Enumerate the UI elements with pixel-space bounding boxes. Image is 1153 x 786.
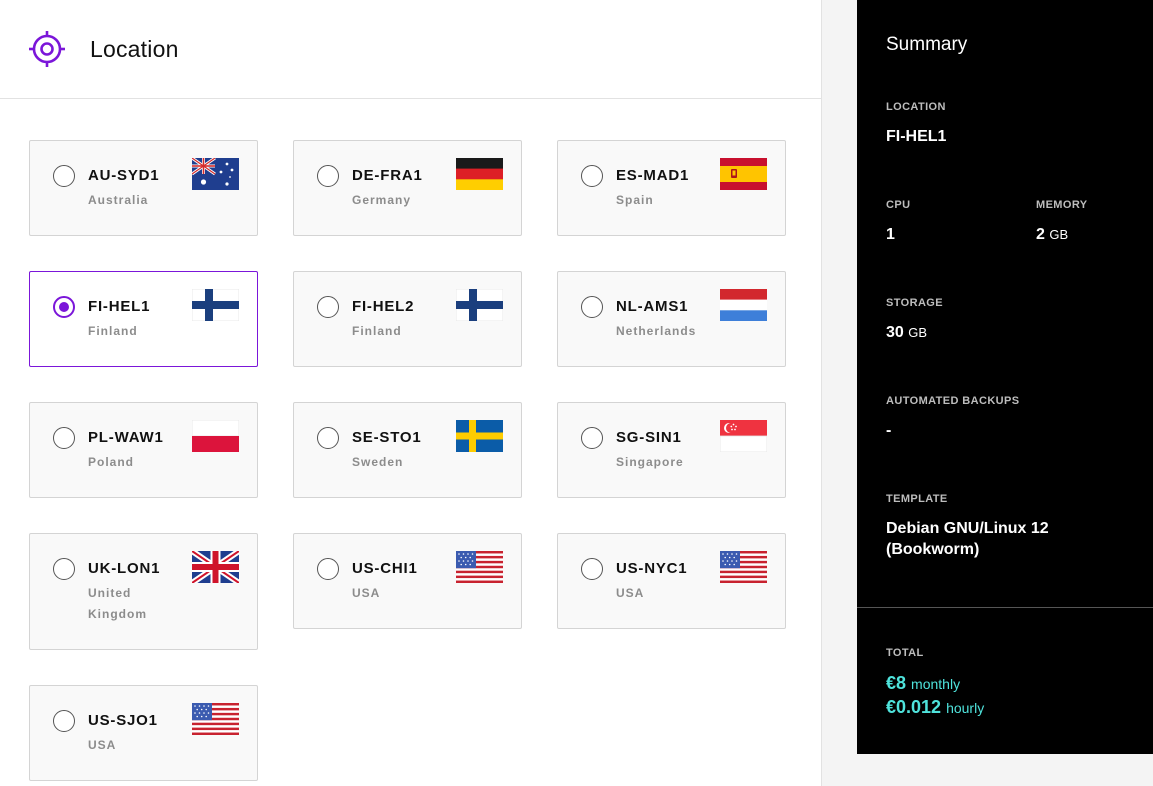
summary-template-value: Debian GNU/Linux 12 (Bookworm): [886, 518, 1049, 560]
region-radio[interactable]: [581, 558, 603, 580]
region-radio[interactable]: [317, 427, 339, 449]
region-code: US-NYC1: [616, 560, 688, 577]
page-title: Location: [90, 35, 179, 62]
monthly-price-unit: monthly: [911, 676, 961, 692]
region-card-us-sjo1[interactable]: US-SJO1 USA: [29, 685, 258, 781]
region-card-es-mad1[interactable]: ES-MAD1 Spain: [557, 140, 786, 236]
singapore-flag-icon: [720, 420, 767, 452]
region-country: Poland: [88, 455, 135, 469]
region-code: AU-SYD1: [88, 167, 160, 184]
spain-flag-icon: [720, 158, 767, 190]
region-country: Australia: [88, 193, 149, 207]
memory-amount: 2: [1036, 226, 1045, 243]
region-radio[interactable]: [317, 296, 339, 318]
region-country: USA: [352, 586, 381, 600]
poland-flag-icon: [192, 420, 239, 452]
hourly-price-unit: hourly: [946, 700, 985, 716]
hourly-price-amount: €0.012: [886, 697, 942, 717]
summary-storage-value: 30 GB: [886, 322, 927, 343]
region-radio[interactable]: [53, 710, 75, 732]
region-radio[interactable]: [53, 165, 75, 187]
netherlands-flag-icon: [720, 289, 767, 321]
memory-unit: GB: [1049, 227, 1069, 242]
region-code: SE-STO1: [352, 429, 422, 446]
region-card-fi-hel1[interactable]: FI-HEL1 Finland: [29, 271, 258, 367]
region-code: DE-FRA1: [352, 167, 423, 184]
region-radio[interactable]: [581, 427, 603, 449]
region-code: FI-HEL2: [352, 298, 415, 315]
region-country: USA: [616, 586, 645, 600]
summary-backups-value: -: [886, 422, 892, 439]
summary-panel: Summary LOCATION FI-HEL1 CPU 1 MEMORY 2 …: [857, 0, 1153, 754]
region-country: Netherlands: [616, 324, 697, 338]
region-country: Sweden: [352, 455, 404, 469]
region-card-us-nyc1[interactable]: US-NYC1 USA: [557, 533, 786, 629]
region-country: Germany: [352, 193, 412, 207]
summary-title: Summary: [886, 34, 968, 55]
region-grid: AU-SYD1 Australia DE-FRA1 Germany ES-MAD…: [29, 140, 786, 781]
region-card-fi-hel2[interactable]: FI-HEL2 Finland: [293, 271, 522, 367]
region-code: PL-WAW1: [88, 429, 164, 446]
summary-cpu-value: 1: [886, 226, 895, 243]
location-panel: Location AU-SYD1 Australia DE-FRA1 Germa…: [0, 0, 822, 786]
region-country: Singapore: [616, 455, 684, 469]
summary-cpu-label: CPU: [886, 199, 911, 211]
region-radio[interactable]: [53, 427, 75, 449]
storage-unit: GB: [908, 325, 928, 340]
region-code: US-SJO1: [88, 712, 158, 729]
region-country: Finland: [352, 324, 402, 338]
region-country: United Kingdom: [88, 586, 147, 621]
hourly-price: €0.012 hourly: [886, 697, 984, 718]
summary-location-value: FI-HEL1: [886, 128, 947, 145]
summary-backups-label: AUTOMATED BACKUPS: [886, 395, 1020, 407]
finland-flag-icon: [456, 289, 503, 321]
region-card-nl-ams1[interactable]: NL-AMS1 Netherlands: [557, 271, 786, 367]
region-radio[interactable]: [53, 558, 75, 580]
sweden-flag-icon: [456, 420, 503, 452]
region-card-uk-lon1[interactable]: UK-LON1 United Kingdom: [29, 533, 258, 650]
region-country: Spain: [616, 193, 654, 207]
uk-flag-icon: [192, 551, 239, 583]
region-radio[interactable]: [317, 558, 339, 580]
summary-location-label: LOCATION: [886, 101, 946, 113]
template-codename: (Bookworm): [886, 541, 980, 558]
summary-template-label: TEMPLATE: [886, 493, 948, 505]
summary-total-label: TOTAL: [886, 647, 924, 659]
region-card-se-sto1[interactable]: SE-STO1 Sweden: [293, 402, 522, 498]
summary-memory-label: MEMORY: [1036, 199, 1088, 211]
crosshair-icon: [29, 31, 65, 67]
region-radio[interactable]: [581, 165, 603, 187]
template-name: Debian GNU/Linux 12: [886, 520, 1049, 537]
region-code: NL-AMS1: [616, 298, 689, 315]
region-radio[interactable]: [581, 296, 603, 318]
region-code: SG-SIN1: [616, 429, 682, 446]
region-card-au-syd1[interactable]: AU-SYD1 Australia: [29, 140, 258, 236]
australia-flag-icon: [192, 158, 239, 190]
region-card-de-fra1[interactable]: DE-FRA1 Germany: [293, 140, 522, 236]
storage-amount: 30: [886, 324, 904, 341]
region-code: UK-LON1: [88, 560, 161, 577]
usa-flag-icon: [192, 703, 239, 735]
region-card-pl-waw1[interactable]: PL-WAW1 Poland: [29, 402, 258, 498]
monthly-price-amount: €8: [886, 673, 907, 693]
usa-flag-icon: [720, 551, 767, 583]
usa-flag-icon: [456, 551, 503, 583]
monthly-price: €8 monthly: [886, 673, 960, 694]
finland-flag-icon: [192, 289, 239, 321]
region-code: US-CHI1: [352, 560, 418, 577]
region-card-sg-sin1[interactable]: SG-SIN1 Singapore: [557, 402, 786, 498]
germany-flag-icon: [456, 158, 503, 190]
location-panel-header: Location: [0, 0, 821, 99]
summary-memory-value: 2 GB: [1036, 224, 1068, 245]
region-code: ES-MAD1: [616, 167, 690, 184]
region-radio-selected[interactable]: [53, 296, 75, 318]
region-radio[interactable]: [317, 165, 339, 187]
region-card-us-chi1[interactable]: US-CHI1 USA: [293, 533, 522, 629]
summary-divider: [857, 607, 1153, 608]
summary-storage-label: STORAGE: [886, 297, 943, 309]
region-code: FI-HEL1: [88, 298, 151, 315]
region-country: Finland: [88, 324, 138, 338]
region-country: USA: [88, 738, 117, 752]
